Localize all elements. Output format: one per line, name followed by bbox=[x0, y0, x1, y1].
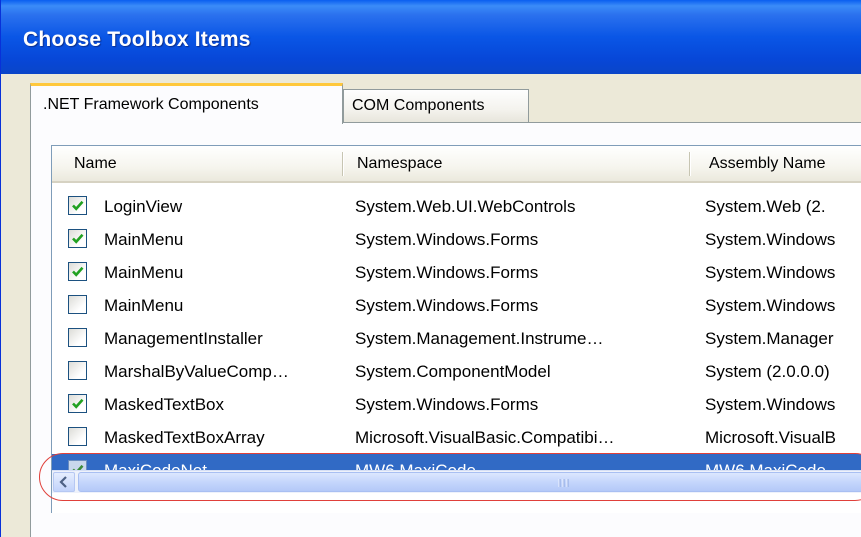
row-checkbox[interactable] bbox=[68, 196, 87, 215]
column-header-namespace[interactable]: Namespace bbox=[343, 146, 689, 181]
checkmark-icon bbox=[72, 200, 84, 211]
component-namespace: System.Windows.Forms bbox=[355, 230, 539, 249]
component-namespace: System.ComponentModel bbox=[355, 362, 551, 381]
component-name: ManagementInstaller bbox=[104, 329, 263, 348]
tab-net-framework-components[interactable]: .NET Framework Components bbox=[30, 83, 343, 124]
checkmark-icon bbox=[72, 398, 84, 409]
row-checkbox[interactable] bbox=[68, 328, 87, 347]
list-header: Name Namespace Assembly Name bbox=[52, 146, 861, 183]
grip-icon bbox=[558, 479, 569, 487]
component-namespace: Microsoft.VisualBasic.Compatibi… bbox=[355, 428, 615, 447]
component-namespace: System.Windows.Forms bbox=[355, 263, 539, 282]
horizontal-scrollbar[interactable] bbox=[52, 470, 861, 493]
list-item[interactable]: ManagementInstaller System.Management.Ins… bbox=[52, 322, 861, 355]
row-checkbox[interactable] bbox=[68, 361, 87, 380]
component-namespace: System.Windows.Forms bbox=[355, 395, 539, 414]
tab-strip: .NET Framework Components COM Components bbox=[1, 74, 861, 124]
row-checkbox[interactable] bbox=[68, 229, 87, 248]
window-title: Choose Toolbox Items bbox=[23, 28, 251, 51]
row-checkbox[interactable] bbox=[68, 427, 87, 446]
list-item[interactable]: MainMenu System.Windows.Forms System.Windo… bbox=[52, 223, 861, 256]
list-item[interactable]: MainMenu System.Windows.Forms System.Windo… bbox=[52, 256, 861, 289]
components-list[interactable]: Name Namespace Assembly Name LoginView Sy… bbox=[51, 145, 861, 513]
component-assembly: System.Windows bbox=[705, 230, 836, 249]
scroll-thumb[interactable] bbox=[78, 472, 861, 492]
tab-com-components[interactable]: COM Components bbox=[343, 89, 529, 122]
tab-label: .NET Framework Components bbox=[43, 96, 259, 113]
component-namespace: System.Windows.Forms bbox=[355, 296, 539, 315]
list-item[interactable]: LoginView System.Web.UI.WebControls System… bbox=[52, 190, 861, 223]
component-assembly: System (2.0.0.0) bbox=[705, 362, 830, 381]
chevron-left-icon bbox=[59, 476, 67, 488]
component-name: MaskedTextBoxArray bbox=[104, 428, 265, 447]
component-name: MainMenu bbox=[104, 296, 184, 315]
component-namespace: System.Web.UI.WebControls bbox=[355, 197, 576, 216]
checkmark-icon bbox=[72, 266, 84, 277]
component-namespace: System.Management.Instrume… bbox=[355, 329, 604, 348]
row-checkbox[interactable] bbox=[68, 394, 87, 413]
component-assembly: System.Web (2. bbox=[705, 197, 826, 216]
checkmark-icon bbox=[72, 233, 84, 244]
list-item[interactable]: MaskedTextBox System.Windows.Forms System.… bbox=[52, 388, 861, 421]
component-assembly: System.Windows bbox=[705, 296, 836, 315]
component-name: MarshalByValueComp… bbox=[104, 362, 289, 381]
component-assembly: System.Windows bbox=[705, 395, 836, 414]
component-name: LoginView bbox=[104, 197, 183, 216]
list-item[interactable]: MaskedTextBoxArray Microsoft.VisualBasic.… bbox=[52, 421, 861, 454]
row-checkbox[interactable] bbox=[68, 262, 87, 281]
title-bar[interactable]: Choose Toolbox Items bbox=[1, 0, 861, 74]
list-item[interactable]: MarshalByValueComp… System.ComponentModel… bbox=[52, 355, 861, 388]
component-assembly: System.Windows bbox=[705, 263, 836, 282]
choose-toolbox-items-dialog: Choose Toolbox Items .NET Framework Comp… bbox=[0, 0, 861, 537]
row-checkbox[interactable] bbox=[68, 295, 87, 314]
component-assembly: System.Manager bbox=[705, 329, 834, 348]
component-name: MainMenu bbox=[104, 230, 184, 249]
component-name: MaskedTextBox bbox=[104, 395, 224, 414]
column-header-name[interactable]: Name bbox=[52, 146, 342, 181]
column-header-assembly-name[interactable]: Assembly Name bbox=[690, 146, 861, 181]
component-assembly: Microsoft.VisualB bbox=[705, 428, 837, 447]
component-name: MainMenu bbox=[104, 263, 184, 282]
scroll-left-button[interactable] bbox=[53, 472, 75, 492]
tab-label: COM Components bbox=[352, 97, 485, 114]
list-item[interactable]: MainMenu System.Windows.Forms System.Windo… bbox=[52, 289, 861, 322]
